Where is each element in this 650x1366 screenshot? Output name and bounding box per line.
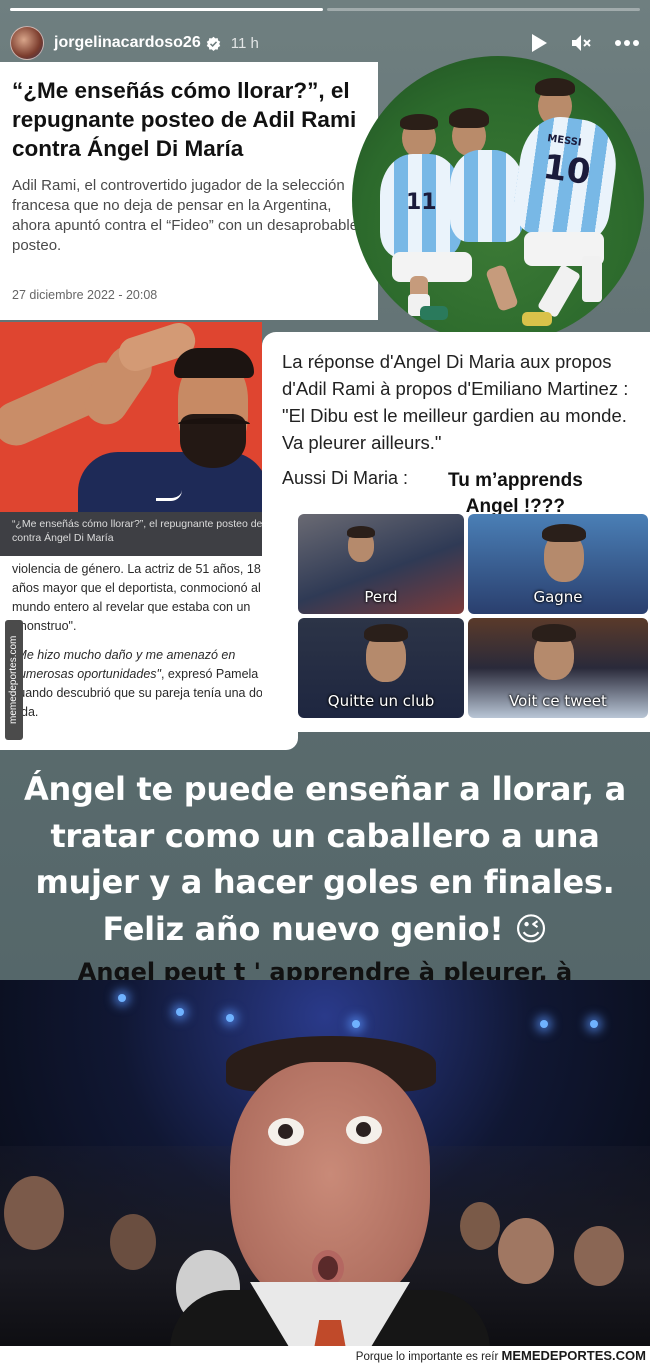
player-hair bbox=[400, 114, 438, 130]
player-leg bbox=[485, 263, 519, 313]
tile-caption: Voit ce tweet bbox=[509, 692, 607, 710]
more-icon[interactable] bbox=[614, 39, 640, 47]
crowd-head bbox=[574, 1226, 624, 1286]
tweet-card[interactable]: La réponse d'Angel Di Maria aux propos d… bbox=[262, 332, 650, 732]
caption-cut-off: Angel peut t ' apprendre à pleurer, à bbox=[77, 958, 573, 980]
player-sock bbox=[536, 263, 582, 319]
story-header: jorgelinacardoso26 11 h bbox=[10, 24, 640, 62]
caption-line: Feliz año nuevo genio! 😉 bbox=[102, 909, 548, 948]
stage-light bbox=[226, 1014, 234, 1022]
meme-person-eye bbox=[346, 1116, 382, 1144]
caption-line: tratar como un caballero a una bbox=[50, 816, 600, 855]
meme-tile: Gagne bbox=[468, 514, 648, 614]
header-actions bbox=[530, 33, 640, 53]
verified-icon bbox=[206, 36, 220, 51]
photo-caption-line: “¿Me enseñás cómo llorar?”, el repugnant… bbox=[12, 518, 262, 530]
caption-line: mujer y a hacer goles en finales. bbox=[35, 863, 615, 901]
post-time: 11 h bbox=[230, 34, 259, 52]
story-viewer[interactable]: jorgelinacardoso26 11 h “¿Me enseñás cóm… bbox=[0, 0, 650, 1366]
footer-watermark: Porque lo importante es reír MEMEDEPORTE… bbox=[0, 1346, 650, 1366]
progress-segment bbox=[10, 8, 323, 11]
photo-caption-line: contra Ángel Di María bbox=[12, 532, 114, 544]
jersey-number: 11 bbox=[406, 190, 437, 215]
crowd-head bbox=[460, 1202, 500, 1250]
player-sock bbox=[582, 256, 602, 302]
meme-person-mouth bbox=[312, 1250, 344, 1286]
meme-tile: Voit ce tweet bbox=[468, 618, 648, 718]
meme-person-eye bbox=[268, 1118, 304, 1146]
player-jersey: MESSI 10 bbox=[510, 111, 622, 245]
stage-light bbox=[590, 1020, 598, 1028]
rami-photo bbox=[0, 322, 262, 512]
username[interactable]: jorgelinacardoso26 bbox=[54, 34, 201, 52]
rami-hair bbox=[174, 348, 254, 378]
tile-hair bbox=[347, 526, 375, 538]
stage-light bbox=[118, 994, 126, 1002]
stage-light bbox=[540, 1020, 548, 1028]
player-boot bbox=[522, 312, 552, 326]
tile-hair bbox=[532, 624, 576, 642]
snippet-paragraph: "Me hizo mucho daño y me amenazó en nume… bbox=[12, 646, 286, 722]
jersey-name: MESSI bbox=[546, 133, 583, 149]
article-card[interactable]: “¿Me enseñás cómo llorar?”, el repugnant… bbox=[0, 62, 378, 320]
crowd-head bbox=[110, 1214, 156, 1270]
player-shorts bbox=[392, 252, 472, 282]
avatar[interactable] bbox=[10, 26, 44, 60]
player-hair bbox=[449, 108, 489, 128]
crowd-head bbox=[4, 1176, 64, 1250]
article-title: “¿Me enseñás cómo llorar?”, el repugnant… bbox=[12, 78, 357, 161]
article-snippet: violencia de género. La actriz de 51 año… bbox=[0, 556, 298, 750]
jersey-number: 10 bbox=[540, 146, 593, 194]
tweet-aussi: Aussi Di Maria : bbox=[282, 468, 409, 488]
play-icon[interactable] bbox=[530, 33, 548, 53]
meme-grid: Perd Gagne Quitte un club Voit ce tweet bbox=[298, 514, 648, 720]
meme-tile: Perd bbox=[298, 514, 464, 614]
rami-mustache bbox=[178, 418, 250, 430]
mute-icon[interactable] bbox=[570, 33, 592, 53]
story-progress bbox=[10, 8, 640, 11]
crowd-head bbox=[498, 1218, 554, 1284]
snippet-paragraph: violencia de género. La actriz de 51 año… bbox=[12, 562, 261, 633]
player-hair bbox=[535, 78, 575, 96]
footer-site: MEMEDEPORTES.COM bbox=[501, 1348, 646, 1363]
progress-segment bbox=[327, 8, 640, 11]
tile-caption: Quitte un club bbox=[327, 692, 435, 710]
photo-caption: “¿Me enseñás cómo llorar?”, el repugnant… bbox=[0, 512, 262, 556]
story-caption: Ángel te puede enseñar a llorar, a trata… bbox=[0, 766, 650, 952]
progress-fill bbox=[10, 8, 323, 11]
tile-hair bbox=[542, 524, 586, 542]
sticker-line: Tu m’apprends bbox=[448, 470, 583, 491]
caption-line: Ángel te puede enseñar a llorar, a bbox=[24, 770, 626, 808]
player-boot bbox=[420, 306, 448, 320]
player-jersey bbox=[450, 150, 524, 242]
tile-caption: Gagne bbox=[533, 588, 583, 606]
tweet-text: La réponse d'Angel Di Maria aux propos d… bbox=[282, 351, 629, 453]
stage-light bbox=[352, 1020, 360, 1028]
meme-tile: Quitte un club bbox=[298, 618, 464, 718]
article-lead: Adil Rami, el controvertido jugador de l… bbox=[12, 177, 359, 254]
side-watermark: memedeportes.com bbox=[5, 620, 23, 740]
players-photo: 11 MESSI 10 bbox=[352, 56, 644, 344]
stage-light bbox=[176, 1008, 184, 1016]
tile-hair bbox=[364, 624, 408, 642]
footer-tagline: Porque lo importante es reír bbox=[355, 1351, 499, 1363]
tile-caption: Perd bbox=[364, 588, 398, 606]
article-date: 27 diciembre 2022 - 20:08 bbox=[12, 288, 158, 302]
